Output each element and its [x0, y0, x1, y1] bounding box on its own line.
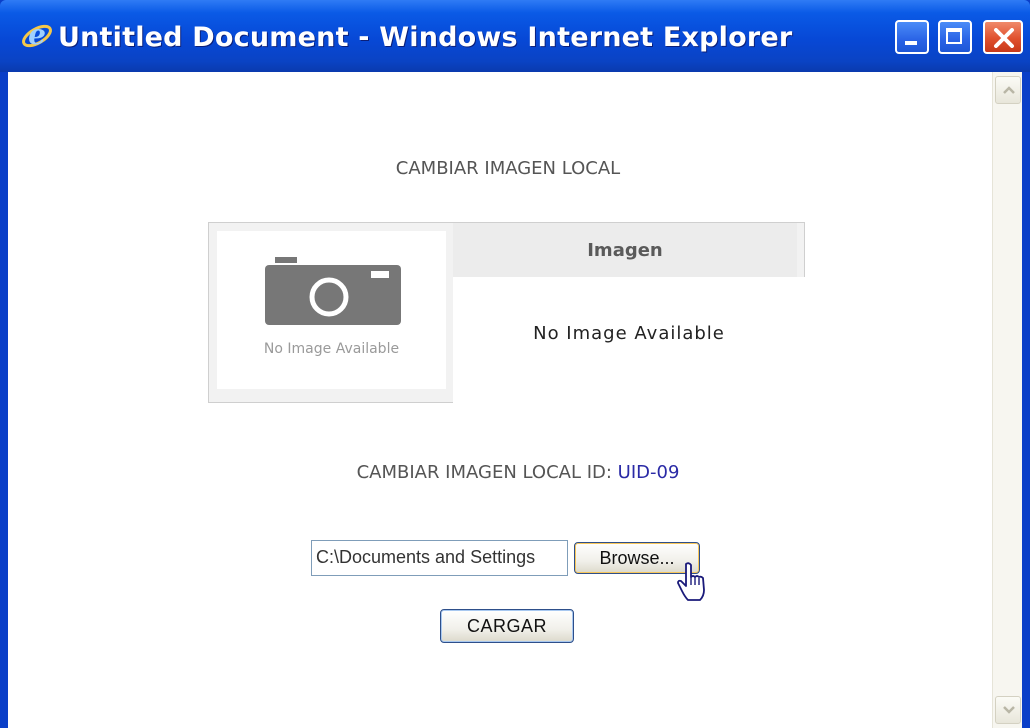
- hand-cursor-icon: [677, 562, 705, 601]
- id-value: UID-09: [617, 462, 680, 483]
- id-line: CAMBIAR IMAGEN LOCAL ID: UID-09: [288, 462, 748, 483]
- upload-button[interactable]: CARGAR: [440, 609, 574, 643]
- camera-icon: [265, 257, 401, 325]
- window-title: Untitled Document - Windows Internet Exp…: [58, 22, 793, 53]
- scroll-up-button[interactable]: [995, 76, 1021, 104]
- chevron-down-icon: [1003, 706, 1015, 714]
- page-title: CAMBIAR IMAGEN LOCAL: [395, 158, 621, 179]
- image-placeholder: No Image Available: [217, 231, 446, 389]
- internet-explorer-icon: e: [20, 18, 54, 52]
- scroll-down-button[interactable]: [995, 696, 1021, 724]
- page-content: CAMBIAR IMAGEN LOCAL No Image Available …: [8, 72, 1022, 728]
- image-card: No Image Available Imagen No Image Avail…: [208, 222, 805, 403]
- maximize-button[interactable]: [938, 20, 972, 54]
- vertical-scrollbar[interactable]: [992, 72, 1022, 728]
- image-column-value: No Image Available: [453, 277, 805, 403]
- file-path-input[interactable]: C:\Documents and Settings: [311, 540, 568, 576]
- image-column-header: Imagen: [453, 223, 797, 277]
- svg-text:e: e: [28, 18, 46, 51]
- id-label: CAMBIAR IMAGEN LOCAL ID:: [356, 462, 612, 483]
- close-button[interactable]: [983, 20, 1023, 54]
- minimize-button[interactable]: [895, 20, 929, 54]
- placeholder-caption: No Image Available: [263, 341, 400, 357]
- close-icon: [994, 28, 1014, 48]
- browser-window: e Untitled Document - Windows Internet E…: [0, 0, 1030, 728]
- chevron-up-icon: [1003, 86, 1015, 94]
- title-bar[interactable]: e Untitled Document - Windows Internet E…: [0, 0, 1030, 72]
